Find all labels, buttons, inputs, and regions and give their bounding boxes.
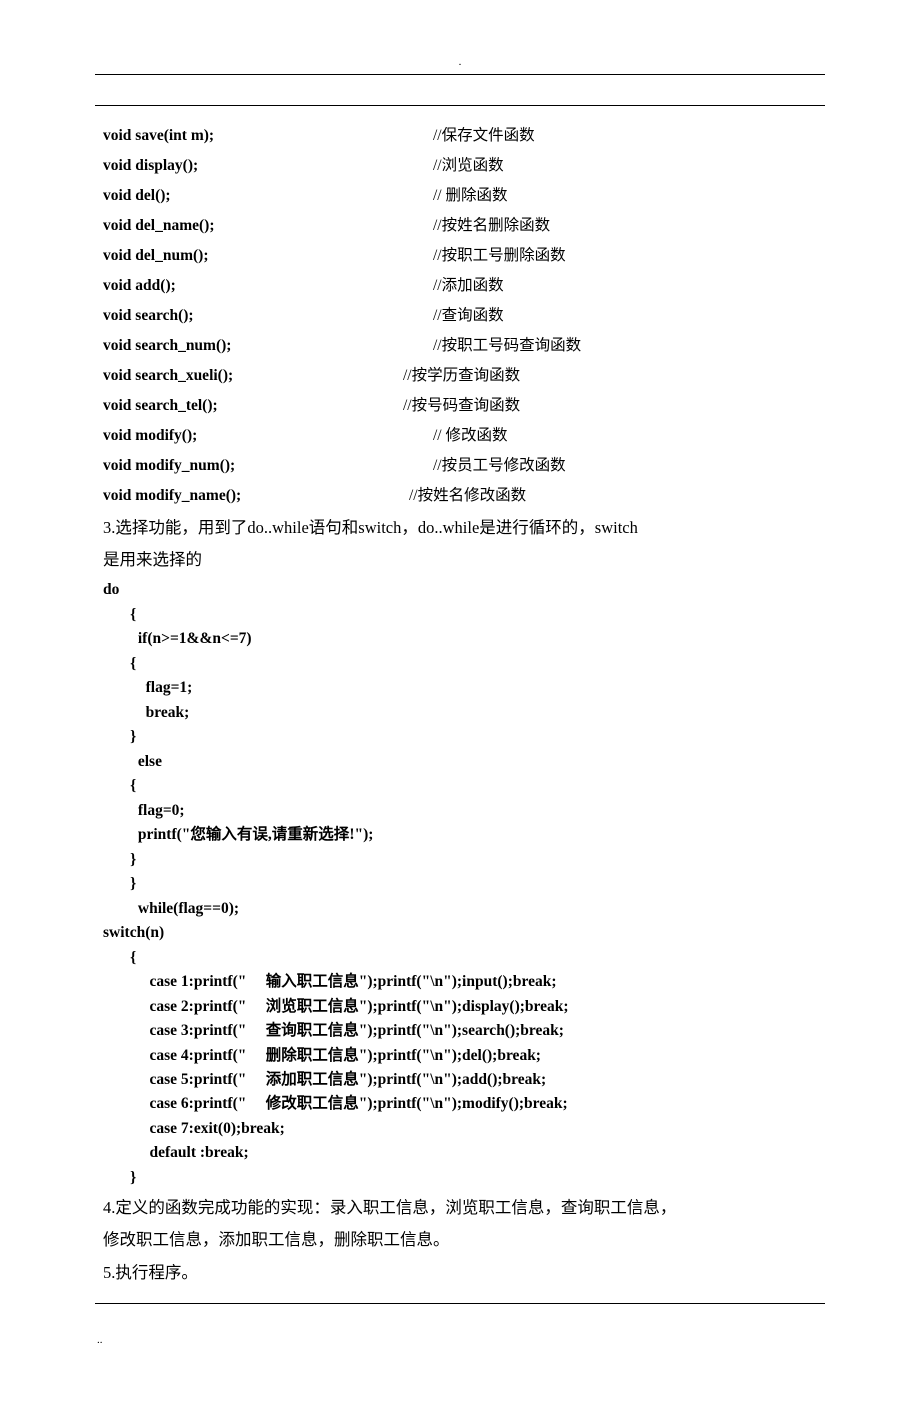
declaration-comment: //查询函数 — [433, 304, 504, 328]
declaration-row: void del_name(); //按姓名删除函数 — [103, 214, 819, 238]
declaration-row: void add(); //添加函数 — [103, 274, 819, 298]
code-line: { — [103, 652, 819, 676]
code-line: do — [103, 578, 819, 602]
content-box: void save(int m);//保存文件函数 void display()… — [95, 105, 825, 1304]
declaration-comment: // 删除函数 — [433, 184, 508, 208]
paragraph-4-line2: 修改职工信息，添加职工信息，删除职工信息。 — [103, 1226, 819, 1254]
code-line: default :break; — [103, 1141, 819, 1165]
code-line: case 4:printf(" 删除职工信息");printf("\n");de… — [103, 1044, 819, 1068]
code-line: case 5:printf(" 添加职工信息");printf("\n");ad… — [103, 1068, 819, 1092]
declaration-comment: //浏览函数 — [433, 154, 504, 178]
code-line: case 6:printf(" 修改职工信息");printf("\n");mo… — [103, 1092, 819, 1116]
declaration-comment: //按姓名修改函数 — [409, 484, 526, 508]
paragraph-3-line2: 是用来选择的 — [103, 546, 819, 574]
code-line: switch(n) — [103, 921, 819, 945]
header-symbol: . — [459, 56, 462, 68]
declaration-comment: //按学历查询函数 — [403, 364, 520, 388]
code-line: while(flag==0); — [103, 897, 819, 921]
code-line: if(n>=1&&n<=7) — [103, 627, 819, 651]
code-line: } — [103, 1166, 819, 1190]
code-line: } — [103, 848, 819, 872]
function-declarations: void save(int m);//保存文件函数 void display()… — [103, 124, 819, 508]
declaration-comment: //按号码查询函数 — [403, 394, 520, 418]
code-line: case 2:printf(" 浏览职工信息");printf("\n");di… — [103, 995, 819, 1019]
do-while-code-block: do { if(n>=1&&n<=7) { flag=1; break; } e… — [103, 578, 819, 921]
code-line: } — [103, 725, 819, 749]
declaration-signature: void search_num(); — [103, 334, 433, 358]
declaration-signature: void search(); — [103, 304, 433, 328]
paragraph-4-line1: 4.定义的函数完成功能的实现：录入职工信息，浏览职工信息，查询职工信息， — [103, 1194, 819, 1222]
code-line: case 3:printf(" 查询职工信息");printf("\n");se… — [103, 1019, 819, 1043]
declaration-row: void save(int m);//保存文件函数 — [103, 124, 819, 148]
code-line: flag=0; — [103, 799, 819, 823]
declaration-comment: // 修改函数 — [433, 424, 508, 448]
code-line: else — [103, 750, 819, 774]
declaration-row: void search_tel();//按号码查询函数 — [103, 394, 819, 418]
declaration-signature: void save(int m); — [103, 124, 433, 148]
declaration-row: void search_num(); //按职工号码查询函数 — [103, 334, 819, 358]
code-line: case 7:exit(0);break; — [103, 1117, 819, 1141]
declaration-comment: //按员工号修改函数 — [433, 454, 566, 478]
declaration-signature: void add(); — [103, 274, 433, 298]
header-rule: . — [95, 60, 825, 75]
declaration-row: void modify_num(); //按员工号修改函数 — [103, 454, 819, 478]
declaration-signature: void del_name(); — [103, 214, 433, 238]
declaration-signature: void search_tel(); — [103, 394, 403, 418]
declaration-comment: //添加函数 — [433, 274, 504, 298]
declaration-comment: //按职工号删除函数 — [433, 244, 566, 268]
declaration-signature: void modify_name(); — [103, 484, 409, 508]
declaration-row: void display();//浏览函数 — [103, 154, 819, 178]
declaration-row: void search();//查询函数 — [103, 304, 819, 328]
declaration-signature: void del(); — [103, 184, 433, 208]
code-line: { — [103, 603, 819, 627]
declaration-row: void del();// 删除函数 — [103, 184, 819, 208]
code-line: printf("您输入有误,请重新选择!"); — [103, 823, 819, 847]
code-line: { — [103, 946, 819, 970]
code-line: break; — [103, 701, 819, 725]
declaration-signature: void display(); — [103, 154, 433, 178]
declaration-row: void search_xueli();//按学历查询函数 — [103, 364, 819, 388]
declaration-row: void del_num(); //按职工号删除函数 — [103, 244, 819, 268]
document-page: . void save(int m);//保存文件函数 void display… — [0, 0, 920, 1406]
code-line: { — [103, 774, 819, 798]
declaration-row: void modify();// 修改函数 — [103, 424, 819, 448]
declaration-signature: void modify_num(); — [103, 454, 433, 478]
declaration-comment: //保存文件函数 — [433, 124, 535, 148]
declaration-signature: void del_num(); — [103, 244, 433, 268]
declaration-signature: void search_xueli(); — [103, 364, 403, 388]
code-line: } — [103, 872, 819, 896]
footer-symbol: .. — [95, 1334, 825, 1346]
paragraph-3-line1: 3.选择功能，用到了do..while语句和switch，do..while是进… — [103, 514, 819, 542]
declaration-row: void modify_name();//按姓名修改函数 — [103, 484, 819, 508]
paragraph-5: 5.执行程序。 — [103, 1259, 819, 1287]
declaration-comment: //按职工号码查询函数 — [433, 334, 581, 358]
code-line: case 1:printf(" 输入职工信息");printf("\n");in… — [103, 970, 819, 994]
declaration-signature: void modify(); — [103, 424, 433, 448]
code-line: flag=1; — [103, 676, 819, 700]
declaration-comment: //按姓名删除函数 — [433, 214, 550, 238]
switch-code-block: switch(n) { case 1:printf(" 输入职工信息");pri… — [103, 921, 819, 1190]
